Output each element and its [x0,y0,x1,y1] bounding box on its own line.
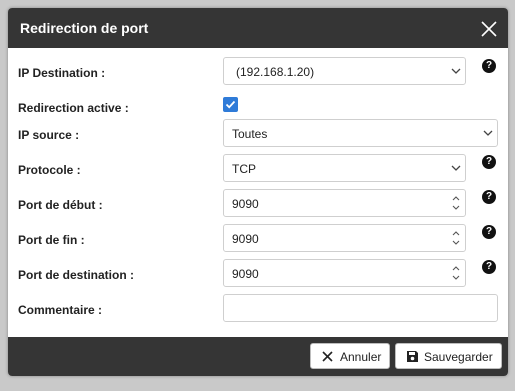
help-icon[interactable]: ? [482,190,496,204]
number-stepper-icon[interactable] [449,227,463,249]
ip-destination-value: (192.168.1.20) [236,65,315,79]
port-destination-label: Port de destination : [18,268,135,282]
help-icon[interactable]: ? [482,225,496,239]
port-destination-value: 9090 [232,267,259,281]
number-stepper-icon[interactable] [449,192,463,214]
port-fin-value: 9090 [232,232,259,246]
ip-source-select[interactable]: Toutes [223,119,498,147]
save-label: Sauvegarder [424,350,493,364]
port-debut-input[interactable]: 9090 [223,189,466,217]
close-icon[interactable] [478,18,500,40]
port-fin-input[interactable]: 9090 [223,224,466,252]
dialog-footer: Annuler Sauvegarder [8,337,508,376]
port-debut-value: 9090 [232,197,259,211]
ip-destination-label: IP Destination : [18,66,106,80]
port-forward-dialog: Redirection de port IP Destination : (19… [8,8,508,376]
protocole-value: TCP [232,162,256,176]
chevron-down-icon [447,155,465,181]
cancel-button[interactable]: Annuler [310,343,390,369]
chevron-down-icon [479,120,497,146]
protocole-select[interactable]: TCP [223,154,466,182]
redirection-active-checkbox[interactable] [223,97,238,112]
port-destination-input[interactable]: 9090 [223,259,466,287]
ip-source-label: IP source : [18,128,80,142]
close-icon [321,350,334,363]
commentaire-input[interactable] [223,294,498,322]
save-button[interactable]: Sauvegarder [395,343,502,369]
ip-destination-select[interactable]: (192.168.1.20) [223,57,466,85]
dialog-header: Redirection de port [8,8,508,48]
number-stepper-icon[interactable] [449,262,463,284]
port-fin-label: Port de fin : [18,233,85,247]
floppy-disk-icon [406,350,419,363]
commentaire-label: Commentaire : [18,303,103,317]
help-icon[interactable]: ? [482,59,496,73]
help-icon[interactable]: ? [482,260,496,274]
ip-source-value: Toutes [232,127,268,141]
redirection-active-label: Redirection active : [18,101,129,115]
cancel-label: Annuler [340,350,382,364]
help-icon[interactable]: ? [482,155,496,169]
port-debut-label: Port de début : [18,198,103,212]
dialog-title: Redirection de port [20,20,149,36]
protocole-label: Protocole : [18,163,81,177]
chevron-down-icon [447,58,465,84]
